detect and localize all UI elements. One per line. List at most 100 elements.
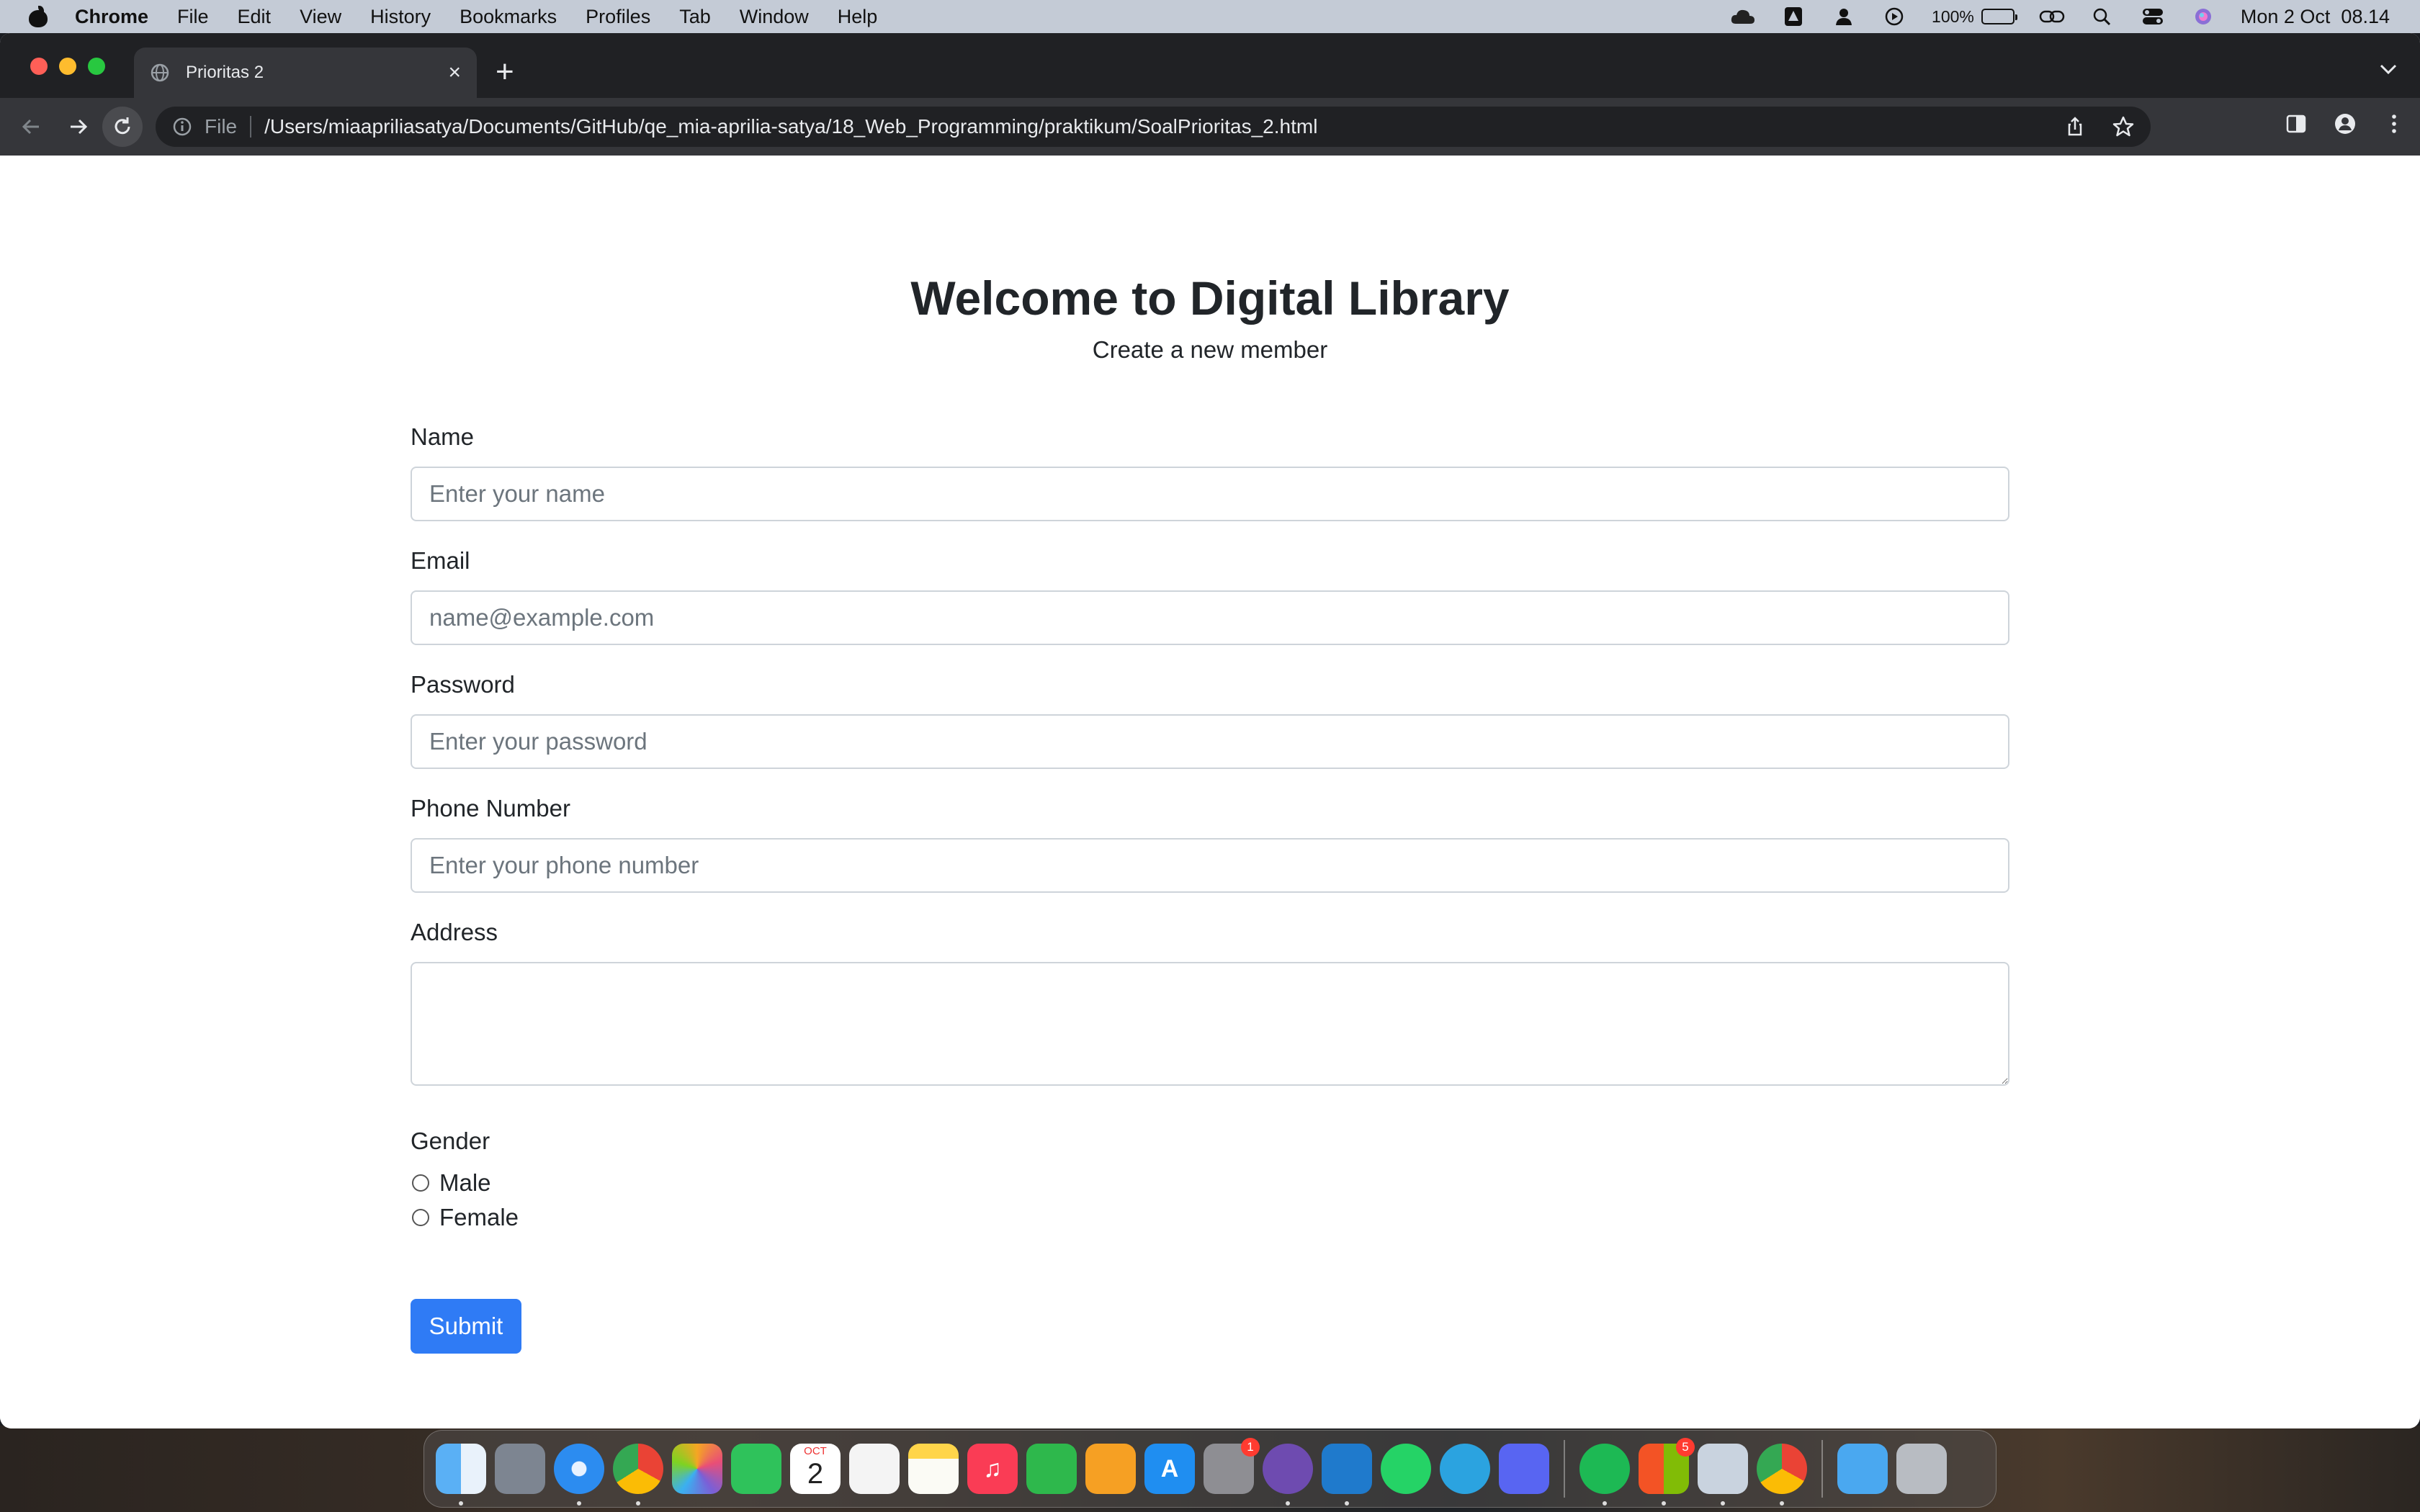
menu-window[interactable]: Window — [740, 6, 809, 28]
phone-input[interactable] — [411, 838, 2009, 893]
microsoft-office-icon[interactable]: 5 — [1639, 1438, 1695, 1506]
email-input[interactable] — [411, 590, 2009, 645]
male-radio[interactable] — [412, 1174, 429, 1192]
tab-active[interactable]: Prioritas 2 × — [134, 48, 477, 98]
submit-button[interactable]: Submit — [411, 1299, 521, 1354]
page-subtitle: Create a new member — [1092, 336, 1328, 363]
whatsapp-icon[interactable] — [1381, 1444, 1431, 1494]
menu-app-name[interactable]: Chrome — [75, 6, 148, 28]
link-icon[interactable] — [2039, 7, 2065, 26]
arrow-right-icon — [71, 119, 88, 135]
address-textarea[interactable] — [411, 962, 2009, 1086]
finder-icon[interactable] — [436, 1444, 486, 1506]
menu-profiles[interactable]: Profiles — [586, 6, 650, 28]
toolbar-right-actions — [2285, 112, 2406, 135]
pages-icon[interactable] — [1085, 1444, 1136, 1494]
new-tab-button[interactable]: + — [496, 56, 514, 88]
page-title: Welcome to Digital Library — [910, 271, 1510, 325]
female-radio-label: Female — [439, 1204, 519, 1230]
photos-icon[interactable] — [672, 1444, 722, 1494]
name-input[interactable] — [411, 467, 2009, 521]
male-radio-label: Male — [439, 1169, 491, 1196]
name-label: Name — [411, 423, 475, 450]
cloud-icon[interactable] — [1730, 7, 1756, 26]
password-input[interactable] — [411, 714, 2009, 769]
menubar-clock[interactable]: Mon 2 Oct 08.14 — [2241, 6, 2390, 28]
downloads-folder-icon[interactable] — [1837, 1444, 1888, 1494]
launchpad-icon[interactable] — [495, 1444, 545, 1494]
info-icon[interactable] — [171, 116, 193, 138]
macos-dock: OCT 2 ♫ A 1 5 — [424, 1430, 1996, 1508]
store-badge: 5 — [1676, 1438, 1695, 1457]
macos-menu-bar: Chrome File Edit View History Bookmarks … — [0, 0, 2420, 33]
safari-icon[interactable] — [554, 1444, 604, 1506]
bookmark-star-icon[interactable] — [2112, 115, 2135, 138]
system-settings-badge: 1 — [1241, 1438, 1260, 1457]
gender-option-male[interactable]: Male — [411, 1169, 491, 1197]
menu-tab[interactable]: Tab — [679, 6, 711, 28]
password-label: Password — [411, 671, 515, 698]
siri-icon[interactable] — [2190, 7, 2216, 26]
zoom-window-button[interactable] — [88, 58, 105, 75]
reload-button[interactable] — [102, 107, 143, 147]
female-radio[interactable] — [412, 1209, 429, 1226]
tab-search-chevron-icon[interactable] — [2378, 62, 2398, 80]
preview-icon[interactable] — [1698, 1444, 1748, 1506]
close-tab-icon[interactable]: × — [448, 60, 461, 85]
menu-view[interactable]: View — [300, 6, 341, 28]
battery-percent: 100% — [1932, 6, 1974, 26]
chrome-canary-icon[interactable] — [1757, 1444, 1807, 1506]
arrow-left-icon — [22, 119, 39, 135]
apple-logo-icon[interactable] — [29, 6, 48, 27]
numbers-icon[interactable] — [1026, 1444, 1077, 1494]
share-icon[interactable] — [2064, 116, 2086, 138]
user-icon[interactable] — [1831, 7, 1857, 26]
kebab-menu-icon[interactable] — [2383, 112, 2406, 135]
profile-avatar-icon[interactable] — [2334, 112, 2357, 135]
system-settings-icon[interactable]: 1 — [1204, 1438, 1260, 1494]
gender-label: Gender — [411, 1128, 490, 1154]
tab-title: Prioritas 2 — [186, 63, 264, 82]
menu-bookmarks[interactable]: Bookmarks — [460, 6, 557, 28]
discord-icon[interactable] — [1499, 1444, 1549, 1494]
battery-status[interactable]: 100% — [1932, 6, 2017, 27]
github-desktop-icon[interactable] — [1263, 1444, 1313, 1506]
menubar-status-area: 100% Mon 2 Oct 08.14 — [1730, 6, 2390, 28]
battery-icon — [1981, 9, 2017, 24]
side-panel-icon[interactable] — [2285, 112, 2308, 135]
url-scheme-label: File — [205, 115, 238, 138]
telegram-icon[interactable] — [1440, 1444, 1490, 1494]
gender-option-female[interactable]: Female — [411, 1204, 519, 1231]
back-button[interactable] — [17, 112, 46, 141]
menu-edit[interactable]: Edit — [238, 6, 272, 28]
menu-history[interactable]: History — [370, 6, 431, 28]
control-center-icon[interactable] — [2140, 7, 2166, 26]
url-text[interactable]: /Users/miaapriliasatya/Documents/GitHub/… — [264, 115, 1317, 138]
forward-button[interactable] — [63, 112, 92, 141]
close-window-button[interactable] — [30, 58, 48, 75]
url-separator — [250, 116, 252, 138]
play-circle-icon[interactable] — [1881, 7, 1907, 26]
minimize-window-button[interactable] — [59, 58, 76, 75]
address-label: Address — [411, 919, 498, 945]
page-content: Welcome to Digital Library Create a new … — [0, 156, 2420, 1428]
spotlight-search-icon[interactable] — [2089, 7, 2115, 26]
facetime-icon[interactable] — [731, 1444, 781, 1494]
calendar-icon[interactable]: OCT 2 — [790, 1444, 841, 1494]
drive-icon[interactable] — [1780, 7, 1806, 26]
address-bar[interactable]: File /Users/miaapriliasatya/Documents/Gi… — [156, 107, 2151, 147]
calendar-day: 2 — [807, 1458, 824, 1490]
vscode-icon[interactable] — [1322, 1444, 1372, 1506]
spotify-icon[interactable] — [1579, 1444, 1630, 1506]
menu-file[interactable]: File — [177, 6, 209, 28]
music-icon[interactable]: ♫ — [967, 1444, 1018, 1494]
chrome-icon[interactable] — [613, 1444, 663, 1506]
reminders-icon[interactable] — [849, 1444, 900, 1494]
dock-separator — [1564, 1440, 1565, 1498]
tab-strip: Prioritas 2 × + — [0, 33, 2420, 98]
notes-icon[interactable] — [908, 1444, 959, 1494]
trash-icon[interactable] — [1896, 1444, 1947, 1494]
menu-help[interactable]: Help — [838, 6, 878, 28]
browser-toolbar: File /Users/miaapriliasatya/Documents/Gi… — [0, 98, 2420, 156]
app-store-icon[interactable]: A — [1144, 1444, 1195, 1494]
